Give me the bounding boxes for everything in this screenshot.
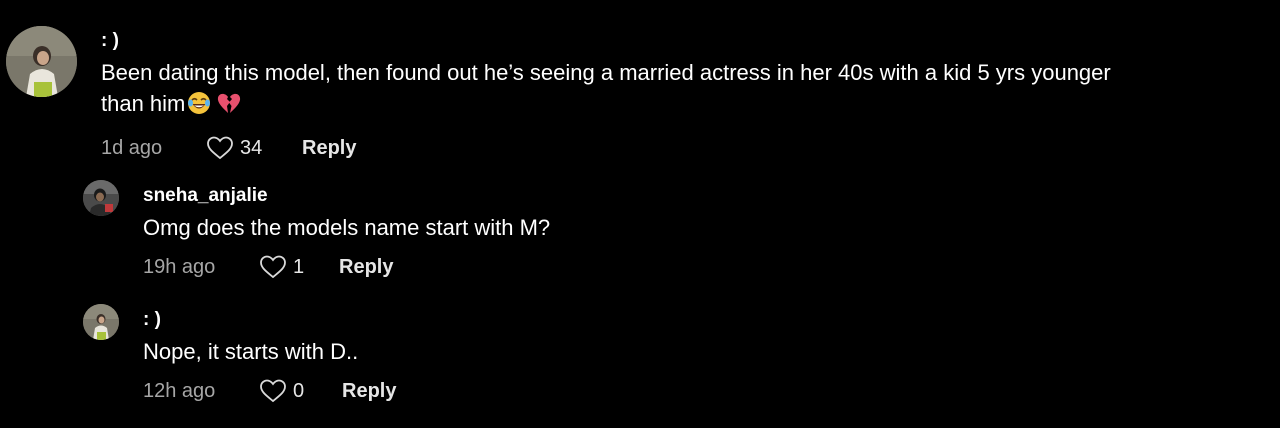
user-avatar-photo (83, 180, 119, 216)
reply-comment: sneha_anjalie Omg does the models name s… (143, 185, 1243, 282)
user-avatar-photo (83, 304, 119, 340)
comment-username[interactable]: : ) (101, 30, 1271, 52)
comment-username[interactable]: sneha_anjalie (143, 185, 1243, 207)
like-count: 0 (293, 379, 305, 402)
comment-meta: 19h ago 1 Reply (143, 252, 1243, 282)
comment-timestamp: 19h ago (143, 255, 216, 278)
like-button[interactable]: 1 (259, 255, 304, 279)
like-count: 34 (240, 136, 263, 159)
comment-text: Nope, it starts with D.. (143, 339, 359, 364)
comment-text: Omg does the models name start with M? (143, 215, 551, 240)
heart-outline-icon (260, 379, 286, 403)
comment: : ) Been dating this model, then found o… (101, 30, 1271, 163)
comment-timestamp: 12h ago (143, 379, 216, 402)
comment-meta: 12h ago 0 Reply (143, 376, 1243, 406)
user-avatar-photo (6, 26, 77, 97)
comment-timestamp: 1d ago (101, 136, 163, 159)
like-button[interactable]: 0 (259, 379, 304, 403)
comment-text-line: Been dating this model, then found out h… (101, 60, 1111, 85)
avatar[interactable] (83, 180, 119, 216)
comment-text: Been dating this model, then found out h… (101, 57, 1271, 123)
comment-username[interactable]: : ) (143, 309, 1243, 331)
avatar[interactable] (6, 26, 77, 97)
heart-outline-icon (207, 136, 233, 160)
comment-meta: 1d ago 34 Reply (101, 133, 1271, 163)
reply-comment: : ) Nope, it starts with D.. 12h ago 0 R… (143, 309, 1243, 406)
heart-outline-icon (260, 255, 286, 279)
avatar[interactable] (83, 304, 119, 340)
like-button[interactable]: 34 (206, 136, 262, 160)
face-with-tears-of-joy-icon (187, 91, 211, 123)
like-count: 1 (293, 255, 305, 278)
broken-heart-icon (217, 92, 241, 123)
comment-text-line: than him (101, 88, 1271, 123)
reply-button[interactable]: Reply (302, 137, 356, 160)
reply-button[interactable]: Reply (342, 380, 396, 403)
comment-text-line-end: than him (101, 91, 186, 116)
reply-button[interactable]: Reply (339, 256, 393, 279)
